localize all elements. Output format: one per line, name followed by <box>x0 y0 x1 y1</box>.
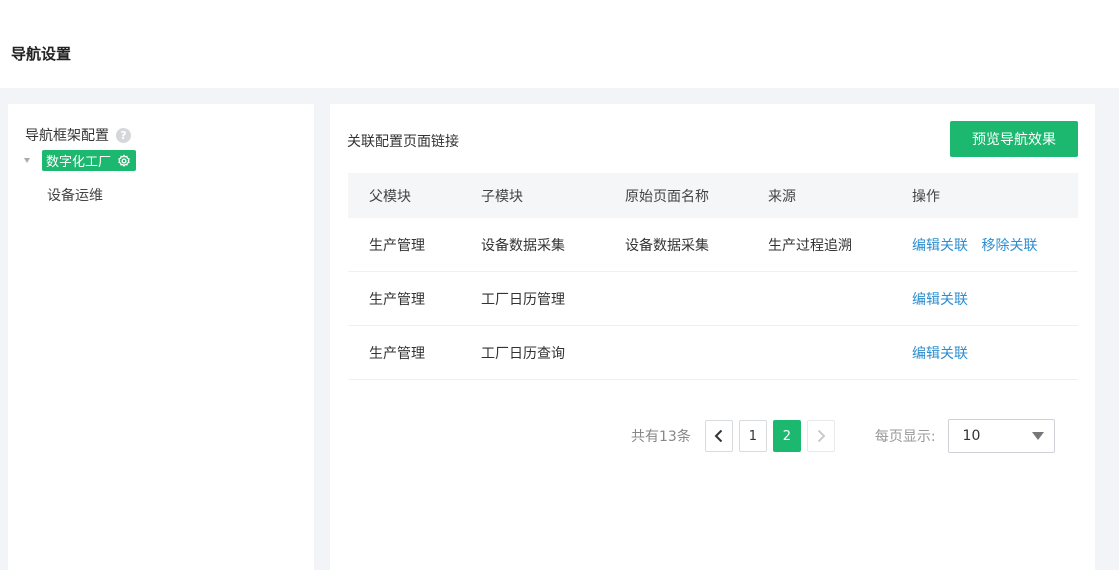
link-table: 父模块 子模块 原始页面名称 来源 操作 生产管理 设备数据采集 设备数据采集 … <box>348 173 1078 380</box>
edit-link-button[interactable]: 编辑关联 <box>912 292 968 308</box>
pagination: 共有13条 1 2 每页显示: 10 <box>631 419 1055 453</box>
cell-parent-module: 生产管理 <box>369 291 425 308</box>
help-icon[interactable]: ? <box>116 127 131 143</box>
cell-parent-module: 生产管理 <box>369 237 425 254</box>
tree-node-selected[interactable]: 数字化工厂 <box>42 150 137 171</box>
tree-node-root[interactable]: 数字化工厂 <box>24 150 137 171</box>
total-count: 共有13条 <box>631 429 691 445</box>
page-button-1[interactable]: 1 <box>738 420 767 452</box>
next-page-button[interactable] <box>806 420 835 452</box>
per-page-value: 10 <box>962 428 981 444</box>
cell-original-name: 设备数据采集 <box>625 237 709 254</box>
tree-title: 导航框架配置 ? <box>25 125 131 145</box>
tree-title-label: 导航框架配置 <box>25 128 109 144</box>
page-button-2[interactable]: 2 <box>772 420 801 452</box>
caret-down-icon[interactable] <box>24 158 30 163</box>
navigation-tree-panel: 导航框架配置 ? 数字化工厂 设备运维 <box>8 104 314 570</box>
cell-parent-module: 生产管理 <box>369 345 425 362</box>
per-page-select[interactable]: 10 <box>947 419 1055 453</box>
edit-link-button[interactable]: 编辑关联 <box>912 238 968 254</box>
page-header: 导航设置 <box>0 0 1119 88</box>
column-header: 子模块 <box>481 188 523 205</box>
per-page-label: 每页显示: <box>874 429 936 445</box>
table-row: 生产管理 设备数据采集 设备数据采集 生产过程追溯 编辑关联 移除关联 <box>348 218 1078 272</box>
column-header: 操作 <box>912 188 940 205</box>
cell-actions: 编辑关联 移除关联 <box>890 235 1078 255</box>
caret-down-icon <box>1031 432 1044 440</box>
chevron-right-icon <box>817 429 826 443</box>
cell-actions: 编辑关联 <box>890 289 1078 309</box>
page-title: 导航设置 <box>11 45 72 63</box>
chevron-left-icon <box>714 429 723 443</box>
link-config-panel: 关联配置页面链接 预览导航效果 父模块 子模块 原始页面名称 来源 操作 生产管… <box>330 104 1095 570</box>
table-row: 生产管理 工厂日历管理 编辑关联 <box>348 272 1078 326</box>
table-row: 生产管理 工厂日历查询 编辑关联 <box>348 326 1078 380</box>
cell-child-module: 工厂日历管理 <box>481 291 565 308</box>
gear-icon[interactable] <box>117 153 131 168</box>
panel-title: 关联配置页面链接 <box>347 134 459 150</box>
cell-child-module: 工厂日历查询 <box>481 345 565 362</box>
column-header: 原始页面名称 <box>625 188 709 205</box>
prev-page-button[interactable] <box>704 420 733 452</box>
cell-actions: 编辑关联 <box>890 343 1078 363</box>
tree-node-child[interactable]: 设备运维 <box>47 185 103 205</box>
table-header: 父模块 子模块 原始页面名称 来源 操作 <box>348 173 1078 218</box>
tree-node-label: 数字化工厂 <box>46 155 112 170</box>
cell-source: 生产过程追溯 <box>768 237 852 254</box>
column-header: 父模块 <box>369 188 411 205</box>
edit-link-button[interactable]: 编辑关联 <box>912 346 968 362</box>
cell-child-module: 设备数据采集 <box>481 237 565 254</box>
column-header: 来源 <box>768 188 796 205</box>
preview-navigation-button[interactable]: 预览导航效果 <box>950 121 1078 157</box>
remove-link-button[interactable]: 移除关联 <box>981 238 1037 254</box>
